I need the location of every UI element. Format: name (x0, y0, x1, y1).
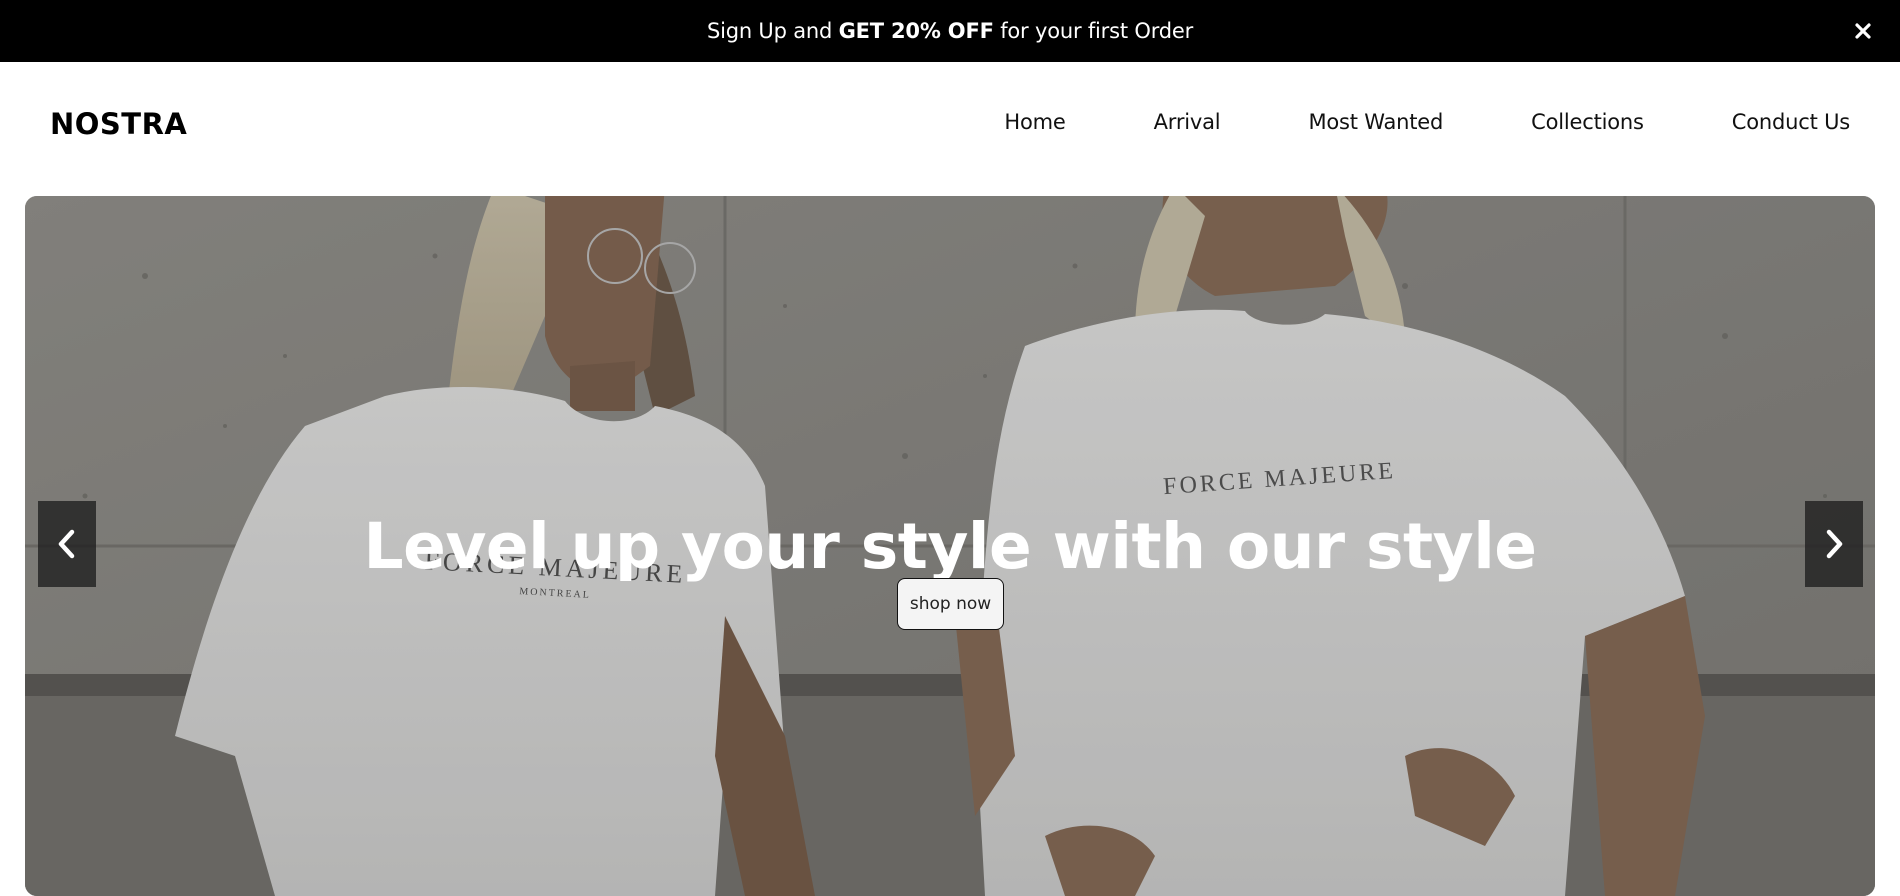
nav-item-arrival[interactable]: Arrival (1154, 110, 1221, 134)
announcement-text: Sign Up and GET 20% OFF for your first O… (0, 0, 1900, 62)
carousel-next-button[interactable] (1805, 501, 1863, 587)
announcement-prefix: Sign Up and (706, 19, 839, 43)
nav-item-most-wanted[interactable]: Most Wanted (1308, 110, 1443, 134)
announcement-highlight: GET 20% OFF (838, 19, 994, 43)
nav-item-conduct-us[interactable]: Conduct Us (1732, 110, 1850, 134)
shop-now-button[interactable]: shop now (897, 578, 1004, 630)
chevron-left-icon (58, 529, 75, 559)
chevron-right-icon (1826, 529, 1843, 559)
carousel-prev-button[interactable] (38, 501, 96, 587)
site-header: NOSTRA Home Arrival Most Wanted Collecti… (0, 62, 1900, 196)
nav-item-collections[interactable]: Collections (1531, 110, 1644, 134)
brand-logo[interactable]: NOSTRA (50, 107, 187, 141)
main-nav: Home Arrival Most Wanted Collections Con… (1004, 110, 1850, 134)
close-icon (1855, 23, 1871, 39)
announcement-suffix: for your first Order (993, 19, 1194, 43)
hero-carousel: FORCE MAJEURE MONTREAL FORCE MAJEURE Lev… (25, 196, 1875, 896)
announcement-bar: Sign Up and GET 20% OFF for your first O… (0, 0, 1900, 62)
nav-item-home[interactable]: Home (1004, 110, 1065, 134)
hero-title: Level up your style with our style (363, 510, 1537, 584)
close-announcement-button[interactable] (1846, 14, 1880, 48)
